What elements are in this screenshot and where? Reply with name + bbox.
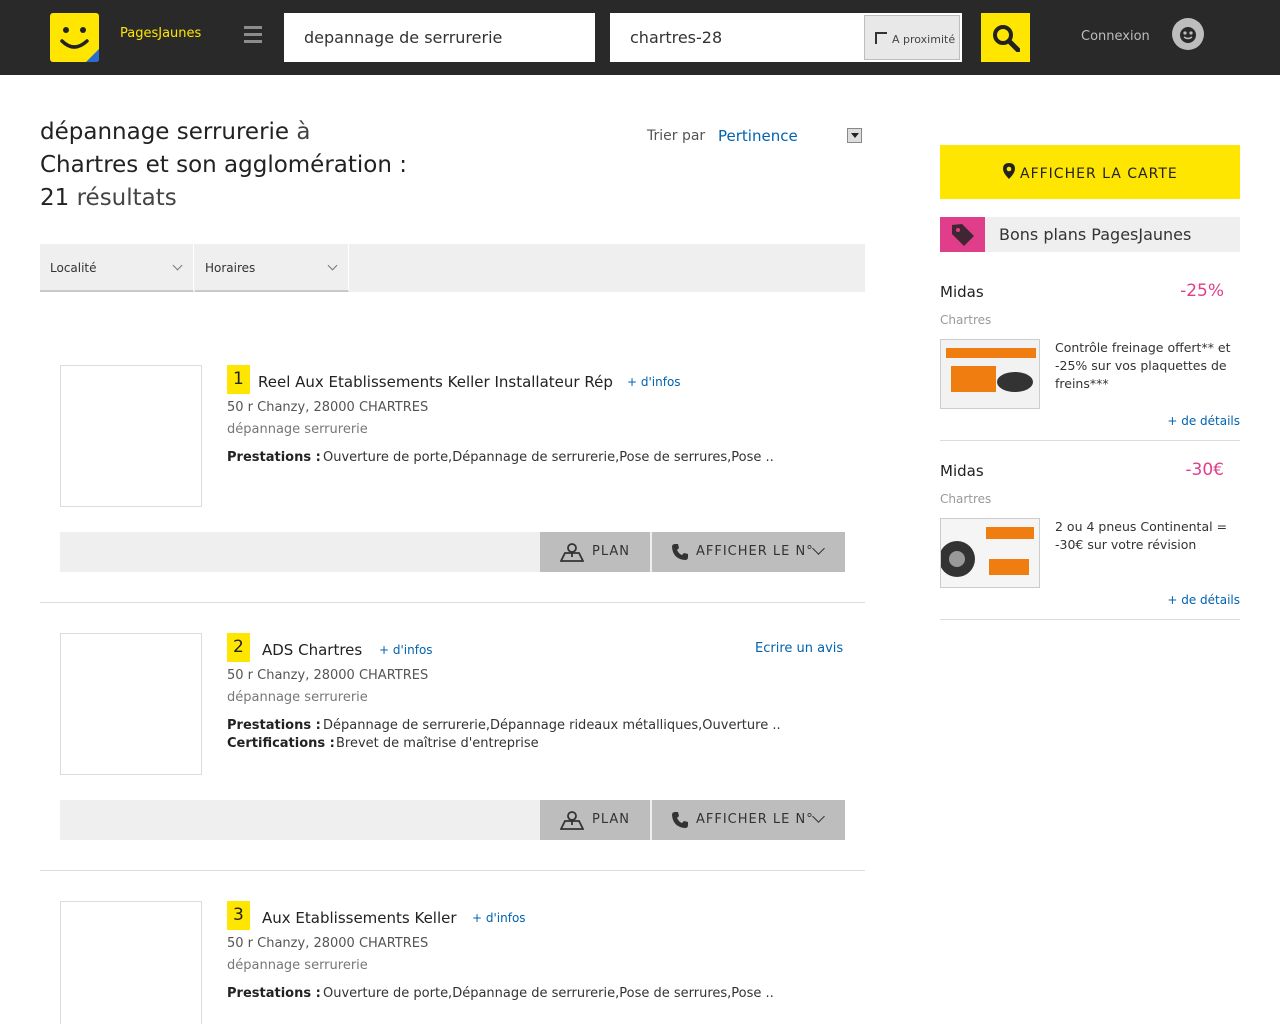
filter-bar: Localité Horaires <box>40 244 865 292</box>
result-title[interactable]: Reel Aux Etablissements Keller Installat… <box>258 373 613 391</box>
deal-city: Chartres <box>940 313 992 327</box>
result-address: 50 r Chanzy, 28000 CHARTRES <box>227 668 429 683</box>
write-review-link[interactable]: Ecrire un avis <box>755 641 843 656</box>
proximity-toggle[interactable]: A proximité <box>864 15 960 60</box>
deal-city: Chartres <box>940 492 992 506</box>
deal-merchant[interactable]: Midas <box>940 462 984 480</box>
result-divider <box>40 870 865 871</box>
chevron-down-icon <box>812 810 825 823</box>
deal-details-link[interactable]: + de détails <box>1167 414 1240 428</box>
deal-image[interactable] <box>940 339 1040 409</box>
result-category: dépannage serrurerie <box>227 422 368 437</box>
search-icon <box>993 25 1020 52</box>
heading-preposition: à <box>296 119 311 145</box>
more-info-link[interactable]: + d'infos <box>379 643 433 657</box>
more-info-link[interactable]: + d'infos <box>472 911 526 925</box>
result-title[interactable]: Aux Etablissements Keller <box>262 909 457 927</box>
plan-button-label: PLAN <box>592 544 630 559</box>
result-category: dépannage serrurerie <box>227 690 368 705</box>
where-search-input[interactable] <box>610 13 864 62</box>
deal-discount: -30€ <box>1185 460 1224 480</box>
show-phone-button[interactable]: AFFICHER LE N° <box>652 800 845 840</box>
deals-title: Bons plans PagesJaunes <box>999 225 1192 244</box>
prestations-label: Prestations : <box>227 986 321 1001</box>
plan-button[interactable]: PLAN <box>540 800 650 840</box>
chevron-down-icon <box>812 542 825 555</box>
plan-button-label: PLAN <box>592 812 630 827</box>
result-number: 3 <box>227 901 250 930</box>
menu-icon[interactable] <box>244 26 262 44</box>
top-bar: PagesJaunes A proximité Connexion <box>0 0 1280 75</box>
chevron-down-icon <box>172 260 183 271</box>
deal-details-link[interactable]: + de détails <box>1167 593 1240 607</box>
map-marker-icon <box>1003 163 1015 179</box>
map-pin-icon <box>560 811 584 830</box>
result-address: 50 r Chanzy, 28000 CHARTRES <box>227 400 429 415</box>
proximity-checkbox[interactable] <box>875 32 887 44</box>
certifications-value: Brevet de maîtrise d'entreprise <box>336 736 539 751</box>
brand-name[interactable]: PagesJaunes <box>120 26 201 41</box>
result-thumbnail[interactable] <box>60 365 202 507</box>
result-category: dépannage serrurerie <box>227 958 368 973</box>
sort-dropdown-arrow-icon[interactable] <box>847 128 862 143</box>
login-link[interactable]: Connexion <box>1081 29 1150 44</box>
phone-icon <box>672 544 688 560</box>
deal-merchant[interactable]: Midas <box>940 283 984 301</box>
result-address: 50 r Chanzy, 28000 CHARTRES <box>227 936 429 951</box>
filter-hours[interactable]: Horaires <box>195 244 349 292</box>
result-thumbnail[interactable] <box>60 901 202 1024</box>
tag-icon <box>940 217 985 252</box>
show-phone-label: AFFICHER LE N° <box>696 812 814 827</box>
filter-locality-label: Localité <box>50 261 97 275</box>
phone-icon <box>672 812 688 828</box>
sort-label: Trier par <box>647 128 706 144</box>
heading-place: Chartres et son agglomération : <box>40 152 408 178</box>
result-number: 1 <box>227 365 250 394</box>
user-avatar[interactable] <box>1172 18 1204 50</box>
results-count: 21 <box>40 185 70 211</box>
prestations-value: Ouverture de porte,Dépannage de serrurer… <box>323 986 774 1001</box>
result-number: 2 <box>227 633 250 662</box>
show-phone-button[interactable]: AFFICHER LE N° <box>652 532 845 572</box>
show-map-label: AFFICHER LA CARTE <box>1020 166 1178 182</box>
deal-divider <box>940 619 1240 620</box>
deal-description: Contrôle freinage offert** et -25% sur v… <box>1055 340 1231 391</box>
proximity-label: A proximité <box>892 33 956 46</box>
pagesjaunes-logo[interactable] <box>50 13 99 62</box>
chevron-down-icon <box>327 260 338 271</box>
prestations-label: Prestations : <box>227 450 321 465</box>
deal-discount: -25% <box>1180 281 1224 301</box>
heading-activity: dépannage serrurerie <box>40 119 290 145</box>
result-divider <box>40 602 865 603</box>
show-phone-label: AFFICHER LE N° <box>696 544 814 559</box>
certifications-label: Certifications : <box>227 736 335 751</box>
show-map-button[interactable]: AFFICHER LA CARTE <box>940 145 1240 199</box>
plan-button[interactable]: PLAN <box>540 532 650 572</box>
deals-header: Bons plans PagesJaunes <box>940 217 1240 252</box>
smiley-user-icon <box>1180 27 1196 43</box>
deal-description: 2 ou 4 pneus Continental = -30€ sur votr… <box>1055 519 1228 552</box>
map-pin-icon <box>560 543 584 562</box>
deal-divider <box>940 440 1240 441</box>
what-search-input[interactable] <box>284 13 595 62</box>
prestations-value: Ouverture de porte,Dépannage de serrurer… <box>323 450 774 465</box>
search-button[interactable] <box>981 13 1030 62</box>
result-actions-bar: PLAN AFFICHER LE N° <box>60 800 845 840</box>
deal-image[interactable] <box>940 518 1040 588</box>
results-label: résultats <box>76 185 177 211</box>
sort-select[interactable]: Pertinence <box>718 127 798 145</box>
where-search-box: A proximité <box>610 13 962 62</box>
filter-hours-label: Horaires <box>205 261 256 275</box>
result-actions-bar: PLAN AFFICHER LE N° <box>60 532 845 572</box>
filter-locality[interactable]: Localité <box>40 244 194 292</box>
prestations-value: Dépannage de serrurerie,Dépannage rideau… <box>323 718 781 733</box>
result-title[interactable]: ADS Chartres <box>262 641 362 659</box>
result-thumbnail[interactable] <box>60 633 202 775</box>
results-heading: dépannage serrurerie à Chartres et son a… <box>40 116 460 215</box>
more-info-link[interactable]: + d'infos <box>627 375 681 389</box>
prestations-label: Prestations : <box>227 718 321 733</box>
